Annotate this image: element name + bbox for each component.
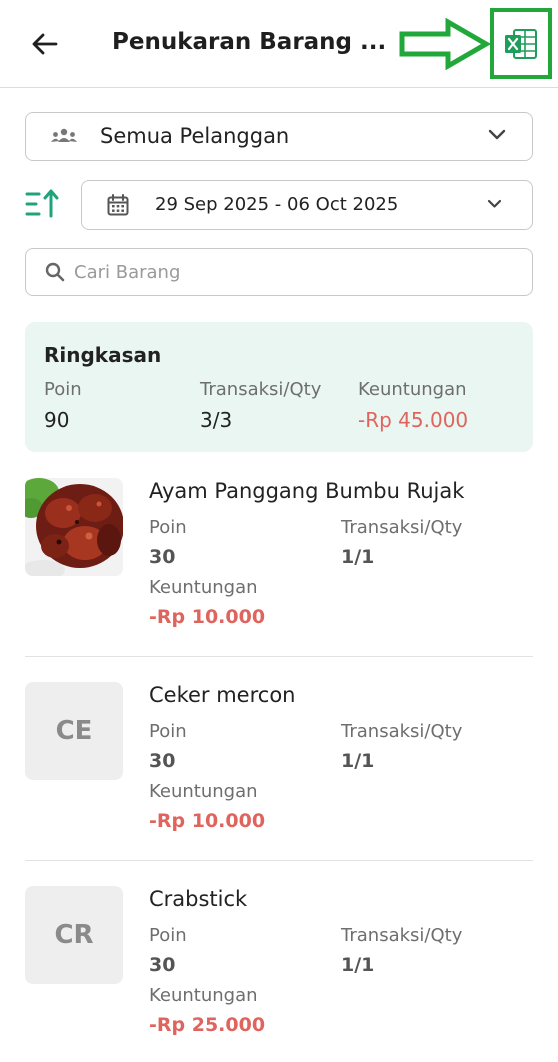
item-poin-label: Poin [149,721,187,742]
export-excel-button[interactable] [490,8,552,79]
item-poin-label: Poin [149,925,187,946]
back-button[interactable] [26,28,62,60]
item-name: Ceker mercon [149,683,296,707]
arrow-left-icon [32,33,58,55]
calendar-icon [107,194,129,216]
search-input[interactable] [74,259,494,285]
item-profit-label: Keuntungan [149,781,258,802]
summary-poin-value: 90 [44,408,70,432]
list-item[interactable]: CE Ceker mercon Poin Transaksi/Qty 30 1/… [25,682,533,886]
summary-profit-value: -Rp 45.000 [358,408,469,432]
grilled-chicken-image [25,478,123,576]
summary-profit-label: Keuntungan [358,379,467,400]
chevron-down-icon [487,199,502,208]
item-transaction-label: Transaksi/Qty [341,925,463,946]
date-range-label: 29 Sep 2025 - 06 Oct 2025 [155,194,399,215]
people-group-icon [51,128,77,142]
sort-button[interactable] [25,188,59,222]
item-initials: CR [54,920,94,950]
item-transaction-value: 1/1 [341,954,375,976]
divider [25,656,533,657]
product-placeholder: CR [25,886,123,984]
sort-ascending-icon [25,189,59,218]
search-icon [45,262,65,282]
item-transaction-value: 1/1 [341,546,375,568]
item-transaction-value: 1/1 [341,750,375,772]
summary-transaction-label: Transaksi/Qty [200,379,322,400]
summary-card: Ringkasan Poin Transaksi/Qty Keuntungan … [25,322,533,452]
chevron-down-icon [488,129,506,140]
list-item[interactable]: CR Crabstick Poin Transaksi/Qty 30 1/1 K… [25,886,533,1062]
customer-filter-dropdown[interactable]: Semua Pelanggan [25,112,533,161]
item-poin-value: 30 [149,954,176,976]
item-poin-value: 30 [149,750,176,772]
item-profit-value: -Rp 25.000 [149,1014,266,1036]
summary-transaction-value: 3/3 [200,408,233,432]
date-range-dropdown[interactable]: 29 Sep 2025 - 06 Oct 2025 [81,180,533,230]
customer-filter-label: Semua Pelanggan [100,124,290,148]
item-profit-label: Keuntungan [149,985,258,1006]
product-image [25,478,123,576]
app-header: Penukaran Barang ... [0,0,558,88]
annotation-arrow-icon [399,18,490,70]
product-placeholder: CE [25,682,123,780]
item-transaction-label: Transaksi/Qty [341,517,463,538]
item-name: Ayam Panggang Bumbu Rujak [149,479,465,503]
item-transaction-label: Transaksi/Qty [341,721,463,742]
divider [25,860,533,861]
item-initials: CE [55,716,93,746]
item-poin-value: 30 [149,546,176,568]
item-profit-value: -Rp 10.000 [149,606,266,628]
page-title: Penukaran Barang ... [112,29,387,55]
item-poin-label: Poin [149,517,187,538]
item-profit-value: -Rp 10.000 [149,810,266,832]
search-box [25,248,533,296]
summary-title: Ringkasan [44,343,162,367]
item-name: Crabstick [149,887,248,911]
summary-poin-label: Poin [44,379,82,400]
item-profit-label: Keuntungan [149,577,258,598]
excel-icon [505,28,537,59]
list-item[interactable]: Ayam Panggang Bumbu Rujak Poin Transaksi… [25,478,533,682]
